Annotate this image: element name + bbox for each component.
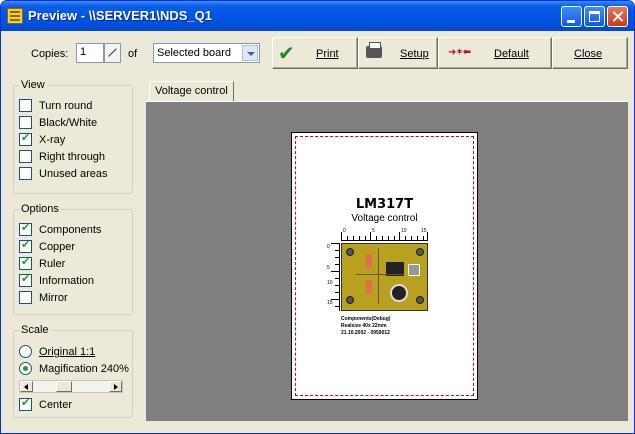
center-checkbox[interactable] (19, 396, 32, 411)
board-select-value: Selected board (157, 47, 231, 59)
info-line: 21.10.2002 - 0959012 (341, 330, 390, 336)
ruler-top-number: 5 (372, 228, 375, 234)
copper-label: Copper (39, 241, 76, 253)
settings-panel: View Turn round Black/White X-ray Right … (5, 75, 141, 423)
right-through-label: Right through (39, 151, 106, 163)
ruler-left-number: 5 (327, 265, 330, 271)
unused-areas-label: Unused areas (39, 168, 108, 180)
view-group: View Turn round Black/White X-ray Right … (13, 79, 133, 194)
pcb-board-image (341, 243, 428, 311)
scale-group: Scale Original 1:1 Magification 240% Cen… (13, 324, 133, 418)
close-button[interactable]: Close (552, 37, 628, 69)
magnification-label: Magification 240% (39, 363, 129, 375)
default-arrows-icon: ➜✶⬅ (448, 47, 471, 58)
print-button[interactable]: ✔ Print (272, 37, 358, 69)
black-white-checkbox[interactable] (19, 116, 32, 129)
ruler-left-number: 15 (327, 300, 333, 306)
zoom-slider[interactable] (19, 380, 123, 393)
magnification-radio[interactable] (19, 362, 32, 375)
options-group: Options Components Copper Ruler Informat… (13, 203, 133, 315)
copies-input[interactable]: 1 (76, 43, 104, 63)
mirror-label: Mirror (39, 292, 68, 304)
original-radio[interactable] (19, 345, 32, 358)
components-checkbox[interactable] (19, 221, 32, 236)
options-group-title: Options (19, 203, 61, 215)
printer-icon (366, 42, 382, 58)
unused-areas-checkbox[interactable] (19, 167, 32, 180)
information-checkbox[interactable] (19, 272, 32, 287)
preview-tabs: Voltage control (146, 77, 628, 101)
components-label: Components (39, 224, 102, 236)
turn-round-label: Turn round (39, 100, 93, 112)
title-bar[interactable]: Preview - \\SERVER1\NDS_Q1 (1, 1, 634, 31)
right-through-checkbox[interactable] (19, 150, 32, 163)
black-white-label: Black/White (39, 117, 98, 129)
ruler-label: Ruler (39, 258, 66, 270)
preview-window: Preview - \\SERVER1\NDS_Q1 Copies: 1 of … (0, 0, 635, 434)
maximize-button[interactable] (584, 6, 605, 27)
checkmark-icon: ✔ (278, 43, 295, 65)
ruler-checkbox[interactable] (19, 255, 32, 270)
ruler-top-number: 15 (421, 228, 427, 234)
minimize-button[interactable] (561, 6, 582, 27)
ruler-left-number: 0 (327, 244, 330, 250)
close-button-label: Close (574, 48, 603, 60)
tab-voltage-control[interactable]: Voltage control (149, 81, 234, 101)
preview-page: LM317T Voltage control 0 5 10 15 0 5 10 … (291, 132, 478, 400)
x-ray-label: X-ray (39, 134, 66, 146)
zoom-slider-thumb[interactable] (56, 381, 72, 392)
default-button-label: Default (494, 48, 529, 60)
copies-spin-button[interactable] (104, 43, 121, 63)
information-label: Information (39, 275, 95, 287)
mirror-checkbox[interactable] (19, 291, 32, 304)
print-preview-area: LM317T Voltage control 0 5 10 15 0 5 10 … (146, 101, 628, 421)
window-title: Preview - \\SERVER1\NDS_Q1 (28, 8, 213, 23)
center-label: Center (39, 399, 73, 411)
info-line: Components(Debug) (341, 316, 391, 322)
ruler-top: 0 5 10 15 (341, 228, 428, 241)
scroll-right-icon[interactable] (109, 381, 122, 392)
board-subtitle: Voltage control (351, 213, 418, 224)
copper-checkbox[interactable] (19, 238, 32, 253)
chevron-down-icon[interactable] (242, 45, 258, 61)
app-icon (7, 8, 23, 24)
toolbar: Copies: 1 of Selected board ✔ Print Setu… (5, 35, 630, 71)
original-label: Original 1:1 (39, 346, 96, 358)
copies-label: Copies: (31, 48, 69, 60)
x-ray-checkbox[interactable] (19, 131, 32, 146)
ruler-left: 0 5 10 15 (327, 243, 340, 311)
of-label: of (128, 48, 138, 60)
setup-button[interactable]: Setup (358, 37, 438, 69)
close-window-button[interactable] (607, 6, 628, 27)
view-group-title: View (19, 79, 47, 91)
setup-button-label: Setup (400, 48, 429, 60)
info-line: Realsize 40x 22mm (341, 323, 387, 329)
scroll-left-icon[interactable] (20, 381, 33, 392)
board-select[interactable]: Selected board (153, 43, 260, 63)
board-name: LM317T (355, 197, 414, 212)
print-button-label: Print (316, 48, 339, 60)
default-button[interactable]: ➜✶⬅ Default (438, 37, 552, 69)
scale-group-title: Scale (19, 324, 51, 336)
ruler-left-number: 10 (327, 280, 333, 286)
ruler-top-number: 10 (401, 228, 407, 234)
ruler-top-number: 0 (343, 228, 346, 234)
turn-round-checkbox[interactable] (19, 99, 32, 112)
